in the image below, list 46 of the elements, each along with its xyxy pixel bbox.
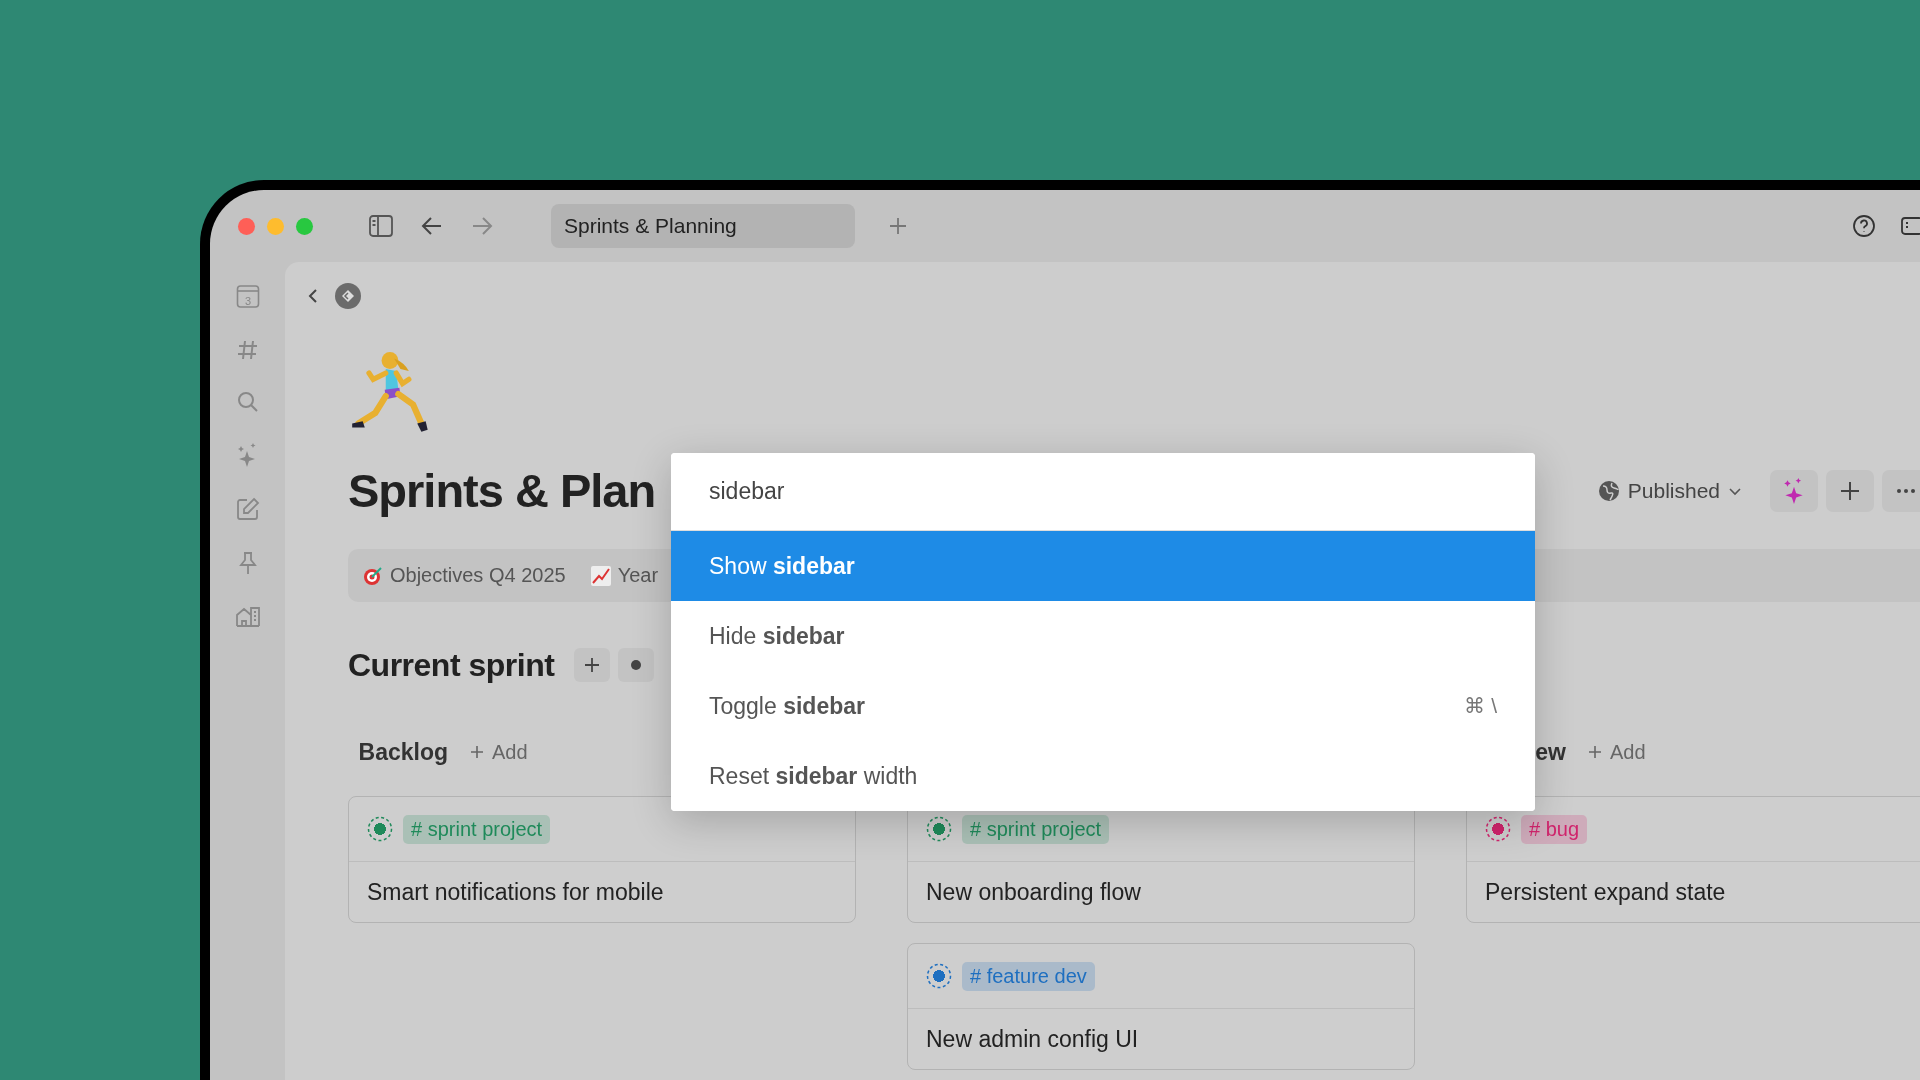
page-link[interactable]: Year [589, 564, 659, 587]
edit-icon[interactable] [235, 497, 260, 521]
building-icon[interactable] [235, 605, 260, 627]
publish-status-dropdown[interactable]: Published [1591, 478, 1748, 504]
card-title: New onboarding flow [925, 877, 1142, 907]
plus-icon [1840, 481, 1860, 501]
section-title: Current sprint [348, 646, 555, 684]
chevron-down-icon [1728, 486, 1742, 496]
close-button[interactable] [238, 217, 255, 235]
target-icon [362, 564, 384, 587]
command-item[interactable]: Reset sidebar width [671, 741, 1535, 811]
add-button[interactable] [1826, 470, 1874, 512]
command-item[interactable]: Toggle sidebar ⌘ \ [671, 671, 1535, 741]
record-button[interactable] [618, 648, 655, 682]
add-card-button[interactable]: Add [470, 740, 528, 764]
chart-icon [589, 564, 612, 587]
add-button[interactable] [574, 648, 611, 682]
globe-icon [1597, 480, 1620, 502]
command-search-field[interactable]: sidebar [671, 453, 1535, 531]
tab[interactable]: Sprints & Planning [551, 204, 855, 248]
shortcut-label: ⌘ \ [1464, 694, 1497, 718]
task-card[interactable]: # sprint project Smart notifications for mobile [348, 796, 856, 923]
plus-icon [584, 657, 601, 673]
add-card-button[interactable]: Add [1588, 740, 1646, 764]
page-link[interactable]: Objectives Q4 2025 [362, 564, 566, 587]
pin-icon[interactable] [237, 551, 258, 575]
plus-icon [470, 745, 484, 759]
ellipsis-icon [1896, 488, 1916, 494]
command-item[interactable]: Show sidebar [671, 531, 1535, 601]
card-title: New admin config UI [925, 1024, 1140, 1054]
search-icon[interactable] [236, 391, 259, 413]
task-card[interactable]: # feature dev New admin config UI [907, 943, 1415, 1070]
hashtag-icon[interactable] [236, 339, 259, 361]
command-item[interactable]: Hide sidebar [671, 601, 1535, 671]
card-title: Persistent expand state [1484, 877, 1727, 907]
ai-sparkle-button[interactable] [1770, 470, 1818, 512]
card-title: Smart notifications for mobile [366, 877, 665, 907]
task-card[interactable]: # bug Persistent expand state [1466, 796, 1920, 923]
plus-icon [1588, 745, 1602, 759]
dot-icon [630, 659, 643, 671]
page-title: Sprints & Plan [348, 463, 656, 519]
chevron-left-icon[interactable] [307, 288, 319, 304]
more-button[interactable] [1882, 470, 1920, 512]
column-title: ew [1535, 738, 1566, 766]
logo-icon[interactable] [335, 283, 361, 309]
column-title: Backlog [358, 738, 448, 766]
